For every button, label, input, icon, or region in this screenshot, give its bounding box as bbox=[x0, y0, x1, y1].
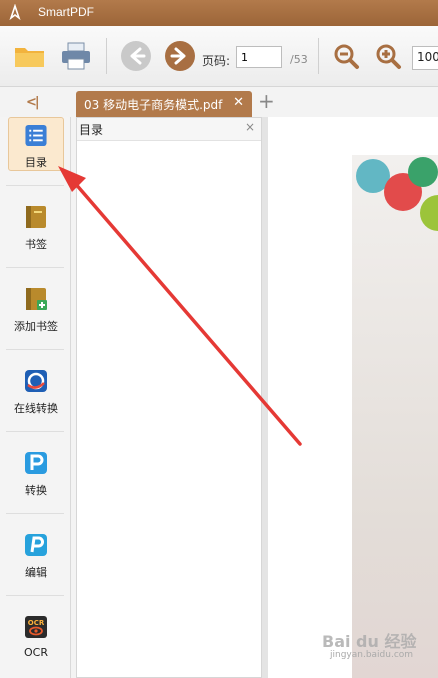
toc-panel: 目录 × bbox=[76, 117, 262, 678]
toolbar: 页码: /53 100 bbox=[0, 26, 438, 87]
list-icon bbox=[25, 124, 47, 147]
page-label: 页码: bbox=[202, 54, 231, 68]
online-convert-icon bbox=[25, 370, 47, 392]
arrow-right-icon bbox=[165, 41, 195, 71]
sidebar-divider bbox=[6, 431, 64, 432]
zoom-level-field[interactable]: 100 bbox=[412, 46, 438, 70]
sidebar-item-label: 编辑 bbox=[25, 566, 47, 579]
zoom-out-icon bbox=[334, 44, 359, 69]
sidebar-divider bbox=[6, 595, 64, 596]
toolbar-divider bbox=[318, 38, 319, 74]
sidebar: 目录 书签 添加书签 在线转换 转换 编辑 OCR OCR bbox=[0, 117, 71, 678]
sidebar-divider bbox=[6, 185, 64, 186]
sidebar-item-label: 在线转换 bbox=[14, 402, 58, 415]
sidebar-item-label: 书签 bbox=[25, 238, 47, 251]
zoom-in-icon bbox=[376, 44, 401, 69]
dollar-bubble-icon bbox=[408, 157, 438, 187]
watermark-url: jingyan.baidu.com bbox=[330, 650, 414, 660]
print-button[interactable] bbox=[58, 38, 94, 74]
bookmark-icon bbox=[26, 206, 46, 228]
sidebar-item-edit[interactable]: 编辑 bbox=[8, 527, 64, 581]
ocr-icon: OCR bbox=[25, 616, 47, 638]
folder-icon bbox=[15, 48, 44, 67]
previous-page-button[interactable] bbox=[118, 38, 154, 74]
page-number-input[interactable] bbox=[236, 46, 282, 68]
convert-icon bbox=[25, 452, 47, 474]
sidebar-item-add-bookmark[interactable]: 添加书签 bbox=[8, 281, 64, 335]
sidebar-item-label: 目录 bbox=[25, 156, 47, 169]
sidebar-item-label: OCR bbox=[24, 646, 48, 659]
pdf-page bbox=[352, 155, 438, 678]
next-page-button[interactable] bbox=[162, 38, 198, 74]
sidebar-item-online-convert[interactable]: 在线转换 bbox=[8, 363, 64, 417]
sidebar-item-label: 添加书签 bbox=[14, 320, 58, 333]
sidebar-item-label: 转换 bbox=[25, 484, 47, 497]
edit-icon bbox=[25, 534, 47, 556]
arrow-left-icon bbox=[121, 41, 151, 71]
new-tab-button[interactable]: + bbox=[258, 89, 275, 113]
open-file-button[interactable] bbox=[12, 38, 48, 74]
sidebar-item-toc[interactable]: 目录 bbox=[8, 117, 64, 171]
toc-close-icon[interactable]: × bbox=[245, 120, 255, 134]
toc-header: 目录 × bbox=[77, 118, 261, 141]
app-title: SmartPDF bbox=[38, 5, 95, 19]
title-bar: SmartPDF bbox=[0, 0, 438, 26]
toc-title: 目录 bbox=[79, 123, 104, 137]
chart-bubble-icon bbox=[420, 195, 438, 231]
document-tab-label: 03 移动电子商务模式.pdf bbox=[84, 98, 223, 112]
sidebar-item-convert[interactable]: 转换 bbox=[8, 445, 64, 499]
sidebar-item-ocr[interactable]: OCR OCR bbox=[8, 609, 64, 663]
printer-icon bbox=[62, 42, 90, 70]
document-view[interactable] bbox=[268, 117, 438, 678]
document-tab[interactable]: 03 移动电子商务模式.pdf ✕ bbox=[76, 91, 252, 117]
sidebar-divider bbox=[6, 513, 64, 514]
add-bookmark-icon bbox=[26, 288, 47, 310]
app-logo-icon bbox=[9, 4, 21, 21]
toolbar-divider bbox=[106, 38, 107, 74]
sidebar-divider bbox=[6, 267, 64, 268]
sidebar-divider bbox=[6, 349, 64, 350]
zoom-in-button[interactable] bbox=[370, 38, 406, 74]
watermark: Bai du 经验 bbox=[322, 632, 417, 651]
zoom-out-button[interactable] bbox=[328, 38, 364, 74]
tab-bar: <| 03 移动电子商务模式.pdf ✕ + bbox=[0, 87, 438, 117]
sidebar-item-bookmark[interactable]: 书签 bbox=[8, 199, 64, 253]
page-total: /53 bbox=[290, 53, 308, 66]
collapse-sidebar-icon[interactable]: <| bbox=[26, 95, 40, 110]
close-tab-icon[interactable]: ✕ bbox=[233, 95, 244, 110]
svg-text:OCR: OCR bbox=[28, 619, 45, 627]
